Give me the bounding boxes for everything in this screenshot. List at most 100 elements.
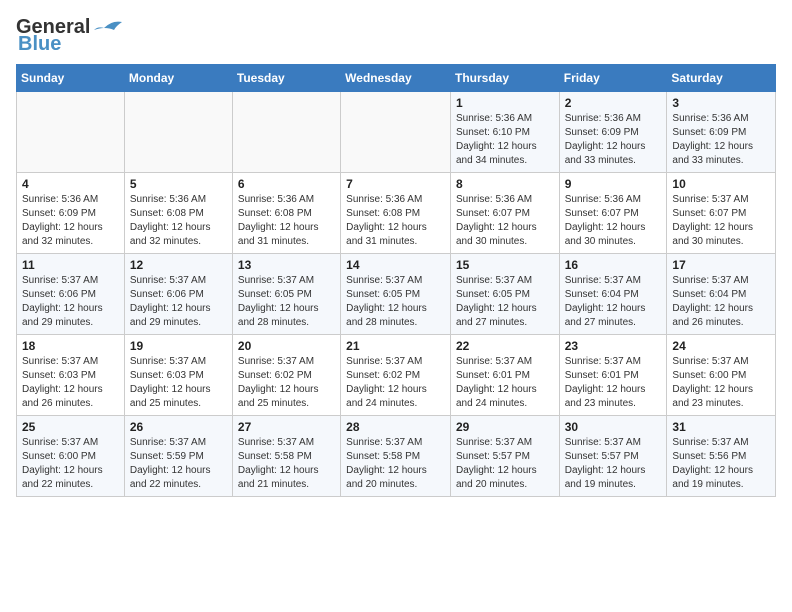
day-number: 11 xyxy=(22,258,119,272)
calendar-cell: 10Sunrise: 5:37 AM Sunset: 6:07 PM Dayli… xyxy=(667,173,776,254)
calendar-body: 1 Sunrise: 5:36 AM Sunset: 6:10 PM Daylig… xyxy=(17,92,776,497)
day-info: Sunrise: 5:36 AM Sunset: 6:09 PM Dayligh… xyxy=(22,193,119,249)
calendar-cell: 7 Sunrise: 5:36 AM Sunset: 6:08 PM Daylig… xyxy=(341,173,451,254)
calendar-cell: 30Sunrise: 5:37 AM Sunset: 5:57 PM Dayli… xyxy=(559,416,667,497)
day-number: 28 xyxy=(346,420,445,434)
calendar-cell: 15 Sunrise: 5:37 AM Sunset: 6:05 PM Dayli… xyxy=(450,254,559,335)
day-info: Sunrise: 5:37 AM Sunset: 5:59 PM Dayligh… xyxy=(130,436,227,492)
calendar-cell: 26 Sunrise: 5:37 AM Sunset: 5:59 PM Dayli… xyxy=(124,416,232,497)
day-info: Sunrise: 5:37 AM Sunset: 6:05 PM Dayligh… xyxy=(346,274,445,330)
day-info: Sunrise: 5:36 AM Sunset: 6:08 PM Dayligh… xyxy=(130,193,227,249)
day-number: 14 xyxy=(346,258,445,272)
calendar-cell: 14 Sunrise: 5:37 AM Sunset: 6:05 PM Dayli… xyxy=(341,254,451,335)
weekday-saturday: Saturday xyxy=(667,65,776,92)
day-info: Sunrise: 5:37 AM Sunset: 5:58 PM Dayligh… xyxy=(346,436,445,492)
calendar-cell xyxy=(17,92,125,173)
day-info: Sunrise: 5:37 AM Sunset: 6:02 PM Dayligh… xyxy=(238,355,335,411)
day-info: Sunrise: 5:37 AM Sunset: 6:00 PM Dayligh… xyxy=(22,436,119,492)
weekday-thursday: Thursday xyxy=(450,65,559,92)
day-number: 29 xyxy=(456,420,554,434)
day-number: 13 xyxy=(238,258,335,272)
day-info: Sunrise: 5:37 AM Sunset: 6:01 PM Dayligh… xyxy=(565,355,662,411)
day-number: 31 xyxy=(672,420,770,434)
week-row-3: 11Sunrise: 5:37 AM Sunset: 6:06 PM Dayli… xyxy=(17,254,776,335)
week-row-4: 18 Sunrise: 5:37 AM Sunset: 6:03 PM Dayli… xyxy=(17,335,776,416)
day-info: Sunrise: 5:36 AM Sunset: 6:07 PM Dayligh… xyxy=(565,193,662,249)
day-info: Sunrise: 5:37 AM Sunset: 6:04 PM Dayligh… xyxy=(672,274,770,330)
day-number: 22 xyxy=(456,339,554,353)
day-number: 27 xyxy=(238,420,335,434)
calendar-cell: 18 Sunrise: 5:37 AM Sunset: 6:03 PM Dayli… xyxy=(17,335,125,416)
weekday-friday: Friday xyxy=(559,65,667,92)
day-number: 18 xyxy=(22,339,119,353)
day-number: 25 xyxy=(22,420,119,434)
day-info: Sunrise: 5:36 AM Sunset: 6:08 PM Dayligh… xyxy=(346,193,445,249)
calendar-cell: 3 Sunrise: 5:36 AM Sunset: 6:09 PM Daylig… xyxy=(667,92,776,173)
day-info: Sunrise: 5:37 AM Sunset: 6:07 PM Dayligh… xyxy=(672,193,770,249)
logo: General Blue xyxy=(16,16,122,56)
day-info: Sunrise: 5:36 AM Sunset: 6:09 PM Dayligh… xyxy=(672,112,770,168)
week-row-1: 1 Sunrise: 5:36 AM Sunset: 6:10 PM Daylig… xyxy=(17,92,776,173)
day-number: 8 xyxy=(456,177,554,191)
logo-bird-icon xyxy=(94,18,122,38)
day-number: 21 xyxy=(346,339,445,353)
day-number: 12 xyxy=(130,258,227,272)
calendar-cell: 27 Sunrise: 5:37 AM Sunset: 5:58 PM Dayli… xyxy=(232,416,340,497)
calendar-cell: 20Sunrise: 5:37 AM Sunset: 6:02 PM Dayli… xyxy=(232,335,340,416)
calendar-table: SundayMondayTuesdayWednesdayThursdayFrid… xyxy=(16,64,776,497)
weekday-wednesday: Wednesday xyxy=(341,65,451,92)
calendar-cell: 25 Sunrise: 5:37 AM Sunset: 6:00 PM Dayli… xyxy=(17,416,125,497)
calendar-cell: 12Sunrise: 5:37 AM Sunset: 6:06 PM Dayli… xyxy=(124,254,232,335)
day-number: 9 xyxy=(565,177,662,191)
day-info: Sunrise: 5:37 AM Sunset: 6:03 PM Dayligh… xyxy=(22,355,119,411)
calendar-cell xyxy=(341,92,451,173)
day-info: Sunrise: 5:36 AM Sunset: 6:07 PM Dayligh… xyxy=(456,193,554,249)
calendar-cell: 11Sunrise: 5:37 AM Sunset: 6:06 PM Dayli… xyxy=(17,254,125,335)
day-info: Sunrise: 5:37 AM Sunset: 5:58 PM Dayligh… xyxy=(238,436,335,492)
calendar-cell: 19Sunrise: 5:37 AM Sunset: 6:03 PM Dayli… xyxy=(124,335,232,416)
day-info: Sunrise: 5:37 AM Sunset: 5:57 PM Dayligh… xyxy=(565,436,662,492)
week-row-5: 25 Sunrise: 5:37 AM Sunset: 6:00 PM Dayli… xyxy=(17,416,776,497)
calendar-cell xyxy=(124,92,232,173)
day-number: 24 xyxy=(672,339,770,353)
calendar-cell: 24 Sunrise: 5:37 AM Sunset: 6:00 PM Dayli… xyxy=(667,335,776,416)
weekday-monday: Monday xyxy=(124,65,232,92)
day-number: 6 xyxy=(238,177,335,191)
day-info: Sunrise: 5:37 AM Sunset: 6:00 PM Dayligh… xyxy=(672,355,770,411)
day-number: 23 xyxy=(565,339,662,353)
day-number: 4 xyxy=(22,177,119,191)
day-number: 7 xyxy=(346,177,445,191)
calendar-cell: 21Sunrise: 5:37 AM Sunset: 6:02 PM Dayli… xyxy=(341,335,451,416)
page-header: General Blue xyxy=(16,16,776,56)
day-number: 26 xyxy=(130,420,227,434)
calendar-cell: 28 Sunrise: 5:37 AM Sunset: 5:58 PM Dayli… xyxy=(341,416,451,497)
day-info: Sunrise: 5:37 AM Sunset: 5:57 PM Dayligh… xyxy=(456,436,554,492)
calendar-cell: 8 Sunrise: 5:36 AM Sunset: 6:07 PM Daylig… xyxy=(450,173,559,254)
calendar-cell: 17 Sunrise: 5:37 AM Sunset: 6:04 PM Dayli… xyxy=(667,254,776,335)
calendar-cell: 22 Sunrise: 5:37 AM Sunset: 6:01 PM Dayli… xyxy=(450,335,559,416)
calendar-cell: 9 Sunrise: 5:36 AM Sunset: 6:07 PM Daylig… xyxy=(559,173,667,254)
day-number: 17 xyxy=(672,258,770,272)
calendar-cell: 16Sunrise: 5:37 AM Sunset: 6:04 PM Dayli… xyxy=(559,254,667,335)
day-info: Sunrise: 5:36 AM Sunset: 6:10 PM Dayligh… xyxy=(456,112,554,168)
calendar-cell: 4 Sunrise: 5:36 AM Sunset: 6:09 PM Daylig… xyxy=(17,173,125,254)
day-number: 15 xyxy=(456,258,554,272)
logo-text-blue: Blue xyxy=(18,33,61,56)
day-info: Sunrise: 5:37 AM Sunset: 6:05 PM Dayligh… xyxy=(456,274,554,330)
day-number: 3 xyxy=(672,96,770,110)
calendar-cell: 6Sunrise: 5:36 AM Sunset: 6:08 PM Daylig… xyxy=(232,173,340,254)
calendar-header: SundayMondayTuesdayWednesdayThursdayFrid… xyxy=(17,65,776,92)
day-number: 1 xyxy=(456,96,554,110)
calendar-cell: 5Sunrise: 5:36 AM Sunset: 6:08 PM Daylig… xyxy=(124,173,232,254)
weekday-tuesday: Tuesday xyxy=(232,65,340,92)
calendar-cell xyxy=(232,92,340,173)
day-info: Sunrise: 5:37 AM Sunset: 6:01 PM Dayligh… xyxy=(456,355,554,411)
calendar-cell: 1 Sunrise: 5:36 AM Sunset: 6:10 PM Daylig… xyxy=(450,92,559,173)
calendar-cell: 23 Sunrise: 5:37 AM Sunset: 6:01 PM Dayli… xyxy=(559,335,667,416)
weekday-row: SundayMondayTuesdayWednesdayThursdayFrid… xyxy=(17,65,776,92)
calendar-cell: 31Sunrise: 5:37 AM Sunset: 5:56 PM Dayli… xyxy=(667,416,776,497)
weekday-sunday: Sunday xyxy=(17,65,125,92)
day-info: Sunrise: 5:37 AM Sunset: 6:04 PM Dayligh… xyxy=(565,274,662,330)
day-info: Sunrise: 5:37 AM Sunset: 6:05 PM Dayligh… xyxy=(238,274,335,330)
day-info: Sunrise: 5:37 AM Sunset: 6:03 PM Dayligh… xyxy=(130,355,227,411)
